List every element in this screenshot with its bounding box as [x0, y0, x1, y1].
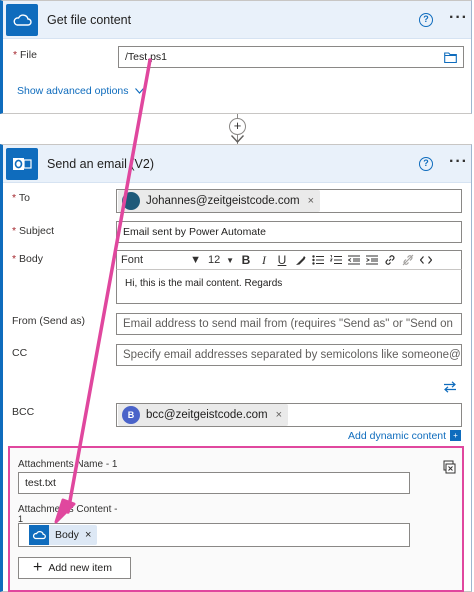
bcc-recipient-token: B bcc@zeitgeistcode.com ×: [118, 404, 289, 426]
file-input[interactable]: /Test.ps1: [118, 46, 464, 68]
folder-icon[interactable]: [444, 52, 457, 66]
get-file-content-card: Get file content ? ··· * File /Test.ps1 …: [0, 0, 472, 114]
required-mark: *: [12, 253, 17, 265]
more-options-icon[interactable]: ···: [449, 153, 468, 171]
remove-link-icon[interactable]: [399, 251, 417, 269]
italic-icon[interactable]: I: [255, 251, 273, 269]
send-email-title: Send an email (V2): [47, 157, 155, 171]
required-mark: *: [13, 49, 18, 61]
from-placeholder: Email address to send mail from (require…: [123, 318, 453, 330]
required-mark: *: [12, 192, 17, 204]
attachment-name-input[interactable]: test.txt: [18, 472, 410, 494]
onedrive-icon: [6, 4, 38, 36]
body-token-text: Body: [55, 529, 79, 541]
numbered-list-icon[interactable]: [327, 251, 345, 269]
delete-item-icon[interactable]: [443, 460, 456, 477]
get-file-header[interactable]: Get file content ? ···: [3, 1, 471, 39]
cc-input[interactable]: Specify email addresses separated by sem…: [116, 344, 462, 366]
bullet-list-icon[interactable]: [309, 251, 327, 269]
required-mark: *: [12, 225, 17, 237]
avatar: B: [122, 406, 140, 424]
to-input[interactable]: Johannes@zeitgeistcode.com ×: [116, 189, 462, 213]
body-dynamic-token: Body ×: [29, 525, 98, 545]
remove-recipient-icon[interactable]: ×: [276, 409, 282, 421]
attachment-name-value: test.txt: [25, 477, 56, 489]
subject-label: * Subject: [12, 225, 54, 237]
font-size-dropdown[interactable]: 12 ▼: [205, 251, 237, 269]
to-recipient-token: Johannes@zeitgeistcode.com ×: [118, 190, 321, 212]
outlook-icon: [6, 148, 38, 180]
bcc-label: BCC: [12, 406, 35, 418]
file-label: * File: [13, 49, 37, 61]
font-name: Font: [121, 254, 144, 266]
font-size: 12: [208, 254, 221, 266]
add-new-item-button[interactable]: + Add new item: [18, 557, 131, 579]
help-icon[interactable]: ?: [419, 13, 433, 27]
remove-recipient-icon[interactable]: ×: [308, 195, 314, 207]
remove-token-icon[interactable]: ×: [85, 529, 91, 541]
more-options-icon[interactable]: ···: [449, 9, 468, 27]
cc-label: CC: [12, 347, 28, 359]
dropdown-caret-icon: ▼: [226, 255, 234, 265]
highlight-pen-icon[interactable]: [291, 251, 309, 269]
get-file-title: Get file content: [47, 13, 132, 27]
body-label-text: Body: [19, 253, 43, 265]
to-label: * To: [12, 192, 30, 204]
subject-input[interactable]: Email sent by Power Automate: [116, 221, 462, 243]
from-input[interactable]: Email address to send mail from (require…: [116, 313, 462, 335]
from-label: From (Send as): [12, 315, 85, 327]
bcc-input[interactable]: B bcc@zeitgeistcode.com ×: [116, 403, 462, 427]
insert-step-button[interactable]: +: [229, 118, 246, 135]
file-value: /Test.ps1: [125, 51, 168, 63]
subject-value: Email sent by Power Automate: [123, 226, 266, 238]
help-icon[interactable]: ?: [419, 157, 433, 171]
switch-mode-icon[interactable]: [443, 381, 457, 396]
add-dynamic-content-link[interactable]: Add dynamic content: [348, 430, 446, 442]
bold-icon[interactable]: B: [237, 251, 255, 269]
send-email-header[interactable]: Send an email (V2) ? ···: [3, 145, 471, 183]
add-new-item-text: Add new item: [48, 562, 112, 574]
chevron-down-icon: [135, 85, 145, 97]
decrease-indent-icon[interactable]: [345, 251, 363, 269]
bcc-recipient-text: bcc@zeitgeistcode.com: [146, 409, 268, 421]
dropdown-caret-icon: ▼: [190, 254, 201, 266]
onedrive-icon: [29, 525, 49, 545]
code-view-icon[interactable]: [417, 251, 435, 269]
avatar: [122, 192, 140, 210]
to-recipient-text: Johannes@zeitgeistcode.com: [146, 195, 300, 207]
show-advanced-options-link[interactable]: Show advanced options: [17, 85, 145, 97]
underline-icon[interactable]: U: [273, 251, 291, 269]
attachment-name-label: Attachments Name - 1: [18, 459, 118, 470]
show-advanced-options-text: Show advanced options: [17, 85, 129, 97]
to-label-text: To: [18, 192, 30, 204]
increase-indent-icon[interactable]: [363, 251, 381, 269]
body-editor-toolbar: Font ▼ 12 ▼ B I U: [116, 250, 462, 270]
dynamic-content-icon[interactable]: +: [450, 430, 461, 441]
insert-link-icon[interactable]: [381, 251, 399, 269]
subject-label-text: Subject: [19, 225, 55, 237]
plus-icon: +: [33, 559, 43, 576]
body-label: * Body: [12, 253, 43, 265]
file-label-text: File: [20, 49, 37, 61]
body-text: Hi, this is the mail content. Regards: [125, 278, 283, 289]
body-editor[interactable]: Hi, this is the mail content. Regards: [116, 270, 462, 304]
attachment-content-label: Attachments Content -: [18, 504, 118, 515]
cc-placeholder: Specify email addresses separated by sem…: [123, 349, 461, 361]
font-family-dropdown[interactable]: Font ▼: [117, 251, 205, 269]
